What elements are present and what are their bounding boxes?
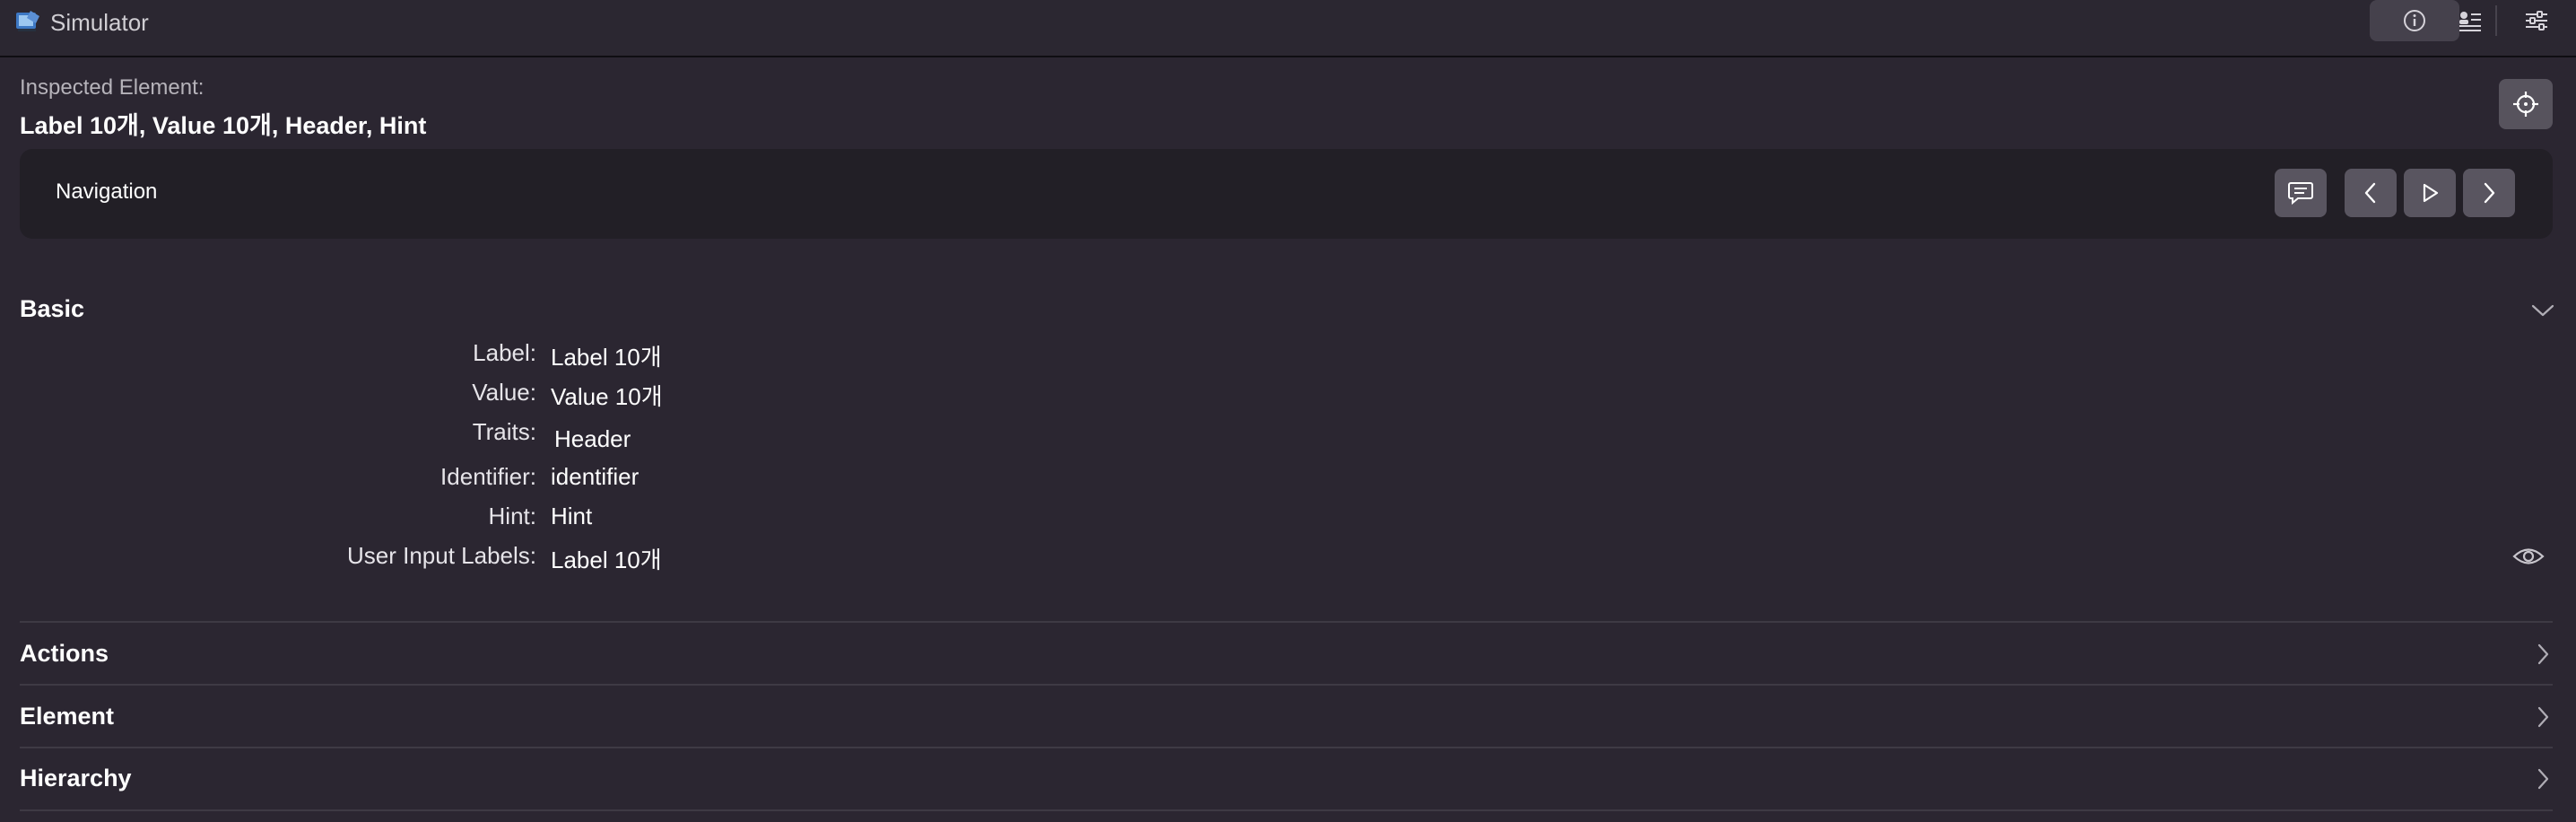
crosshair-icon	[2513, 92, 2538, 117]
property-row-identifier: Identifier: identifier	[0, 463, 807, 499]
chevron-right-icon	[2484, 182, 2495, 204]
property-value: identifier	[551, 463, 640, 490]
sliders-icon	[2526, 11, 2547, 31]
property-value: Label 10개	[551, 344, 662, 371]
settings-button[interactable]	[2511, 0, 2562, 41]
app-name: Simulator	[50, 9, 149, 36]
chevron-right-icon[interactable]	[2535, 704, 2551, 730]
inspected-element-label: Inspected Element:	[20, 75, 205, 100]
property-row-traits: Traits: Header	[0, 418, 807, 454]
section-basic-title[interactable]: Basic	[20, 295, 84, 323]
chevron-down-icon[interactable]	[2529, 301, 2556, 320]
inspection-pointer-button[interactable]	[2499, 79, 2553, 129]
property-key: Value:	[472, 379, 536, 406]
property-row-hint: Hint: Hint	[0, 503, 807, 538]
property-value: Header	[554, 425, 631, 452]
list-button[interactable]	[2445, 0, 2495, 41]
property-key: Hint:	[488, 503, 536, 529]
property-value: Value 10개	[551, 383, 663, 410]
chevron-right-icon[interactable]	[2535, 765, 2551, 792]
inspected-element-value: Label 10개, Value 10개, Header, Hint	[20, 112, 427, 139]
property-key: Traits:	[472, 418, 536, 445]
chevron-right-icon[interactable]	[2535, 641, 2551, 668]
property-value: Label 10개	[551, 547, 662, 573]
divider	[20, 809, 2553, 811]
property-row-label: Label: Label 10개	[0, 339, 807, 375]
property-row-value: Value: Value 10개	[0, 379, 807, 415]
property-key: Identifier:	[440, 463, 536, 490]
speak-button[interactable]	[2275, 169, 2327, 217]
speech-bubble-icon	[2288, 182, 2313, 206]
property-row-user-input-labels: User Input Labels: Label 10개	[0, 542, 807, 578]
auto-navigate-button[interactable]	[2404, 169, 2456, 217]
next-element-button[interactable]	[2463, 169, 2515, 217]
info-icon	[2404, 10, 2425, 31]
section-actions-title[interactable]: Actions	[20, 640, 109, 668]
divider	[20, 747, 2553, 748]
property-key: Label:	[473, 339, 536, 366]
simulator-app-icon	[16, 11, 39, 31]
navigation-title: Navigation	[56, 179, 158, 204]
navigation-panel: Navigation	[20, 149, 2553, 239]
divider	[20, 684, 2553, 686]
divider	[20, 621, 2553, 623]
chevron-left-icon	[2364, 182, 2376, 204]
section-hierarchy-title[interactable]: Hierarchy	[20, 765, 132, 792]
section-element-title[interactable]: Element	[20, 703, 114, 730]
property-value: Hint	[551, 503, 593, 529]
property-key: User Input Labels:	[346, 542, 536, 569]
eye-icon[interactable]	[2511, 543, 2546, 570]
list-icon	[2459, 12, 2481, 31]
window-titlebar: Simulator	[0, 0, 2576, 57]
play-icon	[2423, 183, 2439, 203]
toolbar-separator	[2495, 5, 2497, 36]
previous-element-button[interactable]	[2345, 169, 2397, 217]
